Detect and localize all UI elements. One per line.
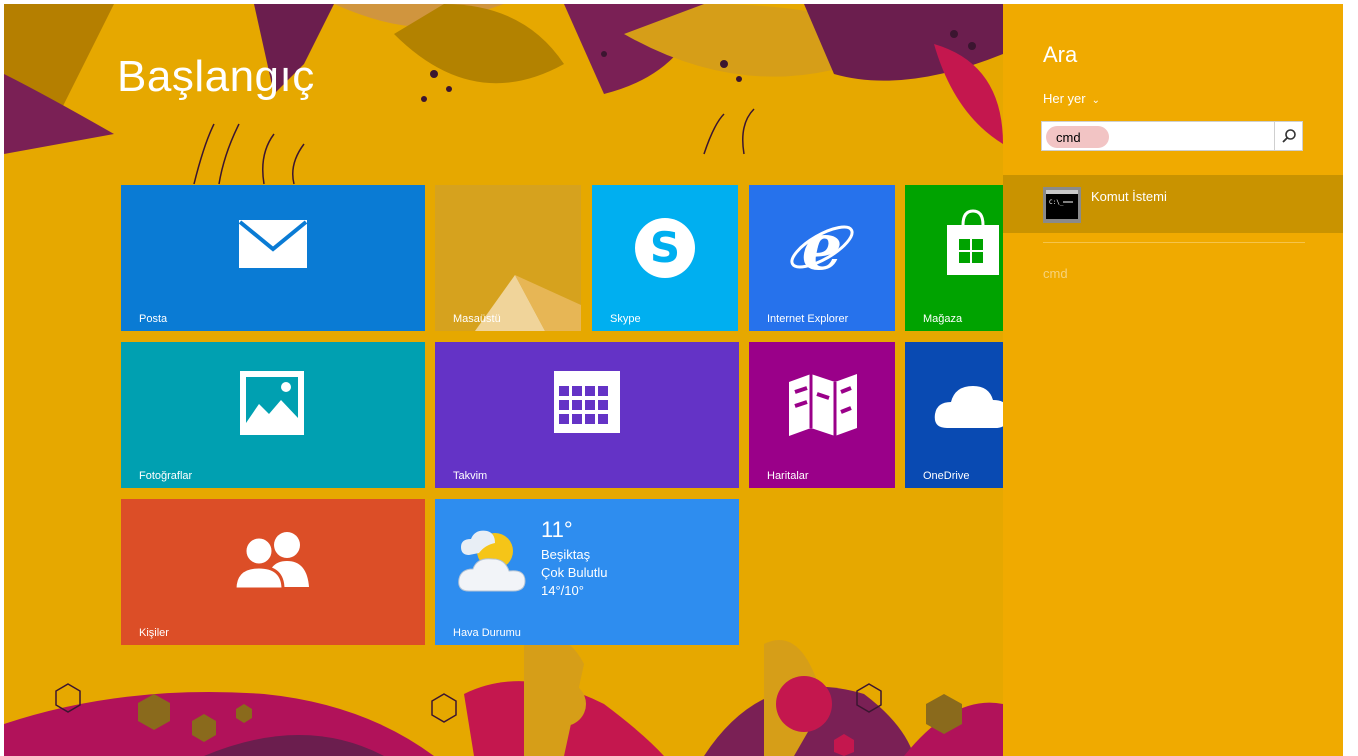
tile-label: OneDrive: [923, 470, 970, 482]
tile-label: Fotoğraflar: [139, 470, 193, 482]
internet-explorer-icon: e: [790, 211, 854, 281]
mail-icon: [238, 220, 308, 268]
tile-label: Skype: [610, 313, 641, 325]
tile-label: Mağaza: [923, 313, 963, 325]
search-box: [1041, 121, 1303, 151]
tile-posta[interactable]: Posta: [121, 185, 425, 331]
search-result-label: Komut İstemi: [1091, 189, 1167, 204]
tile-skype[interactable]: S Skype: [592, 185, 738, 331]
results-divider: [1043, 242, 1305, 243]
windows-8-start-screen: Başlangıç Posta Masaüstü S Skype e Inter…: [4, 4, 1343, 756]
command-prompt-icon: C:\_: [1043, 187, 1081, 223]
weather-temperature: 11°: [541, 517, 573, 542]
svg-text:S: S: [650, 223, 680, 272]
weather-city: Beşiktaş: [541, 547, 591, 562]
calendar-icon: [554, 371, 620, 433]
tile-label: Posta: [139, 313, 168, 325]
tile-label: Masaüstü: [453, 313, 501, 325]
tile-kisiler[interactable]: Kişiler: [121, 499, 425, 645]
tile-hava-durumu[interactable]: 11° Beşiktaş Çok Bulutlu 14°/10° Hava Du…: [435, 499, 739, 645]
svg-text:C:\_: C:\_: [1049, 199, 1064, 206]
search-input[interactable]: [1046, 126, 1109, 148]
tile-label: Haritalar: [767, 470, 809, 482]
svg-text:e: e: [802, 211, 843, 281]
search-pane-title: Ara: [1043, 42, 1078, 67]
tile-masaustu[interactable]: Masaüstü: [435, 185, 581, 331]
search-result-komut-istemi[interactable]: C:\_ Komut İstemi: [1003, 175, 1343, 233]
store-bag-icon: [947, 209, 999, 275]
search-icon: [1281, 129, 1296, 143]
people-icon: [233, 532, 309, 589]
search-suggestion[interactable]: cmd: [1043, 266, 1068, 281]
start-background: Başlangıç Posta Masaüstü S Skype e Inter…: [4, 4, 1003, 756]
chevron-down-icon: ⌄: [1091, 95, 1101, 106]
partly-cloudy-weather-icon: [458, 530, 526, 592]
tile-internet-explorer[interactable]: e Internet Explorer: [749, 185, 895, 331]
start-screen-title: Başlangıç: [117, 52, 315, 101]
weather-range: 14°/10°: [541, 583, 584, 598]
tile-label: Takvim: [453, 470, 488, 482]
search-pane: Ara Her yer ⌄ C:\_ Komut İstemi: [1003, 4, 1343, 756]
search-scope-dropdown[interactable]: Her yer ⌄: [1043, 91, 1100, 106]
search-scope-label: Her yer: [1043, 91, 1086, 106]
tile-magaza[interactable]: Mağaza: [905, 185, 1003, 331]
onedrive-cloud-icon: [934, 386, 1003, 428]
tile-label: Hava Durumu: [453, 627, 521, 639]
maps-icon: [789, 374, 857, 436]
tile-fotograflar[interactable]: Fotoğraflar: [121, 342, 425, 488]
tile-label: Kişiler: [139, 627, 169, 639]
tile-onedrive[interactable]: OneDrive: [905, 342, 1003, 488]
desktop-wallpaper-icon: [435, 185, 581, 331]
tile-label: Internet Explorer: [767, 313, 849, 325]
photos-icon: [240, 371, 304, 435]
weather-condition: Çok Bulutlu: [541, 565, 608, 580]
skype-icon: S: [635, 218, 695, 278]
tile-takvim[interactable]: Takvim: [435, 342, 739, 488]
tile-haritalar[interactable]: Haritalar: [749, 342, 895, 488]
search-button[interactable]: [1274, 122, 1302, 150]
